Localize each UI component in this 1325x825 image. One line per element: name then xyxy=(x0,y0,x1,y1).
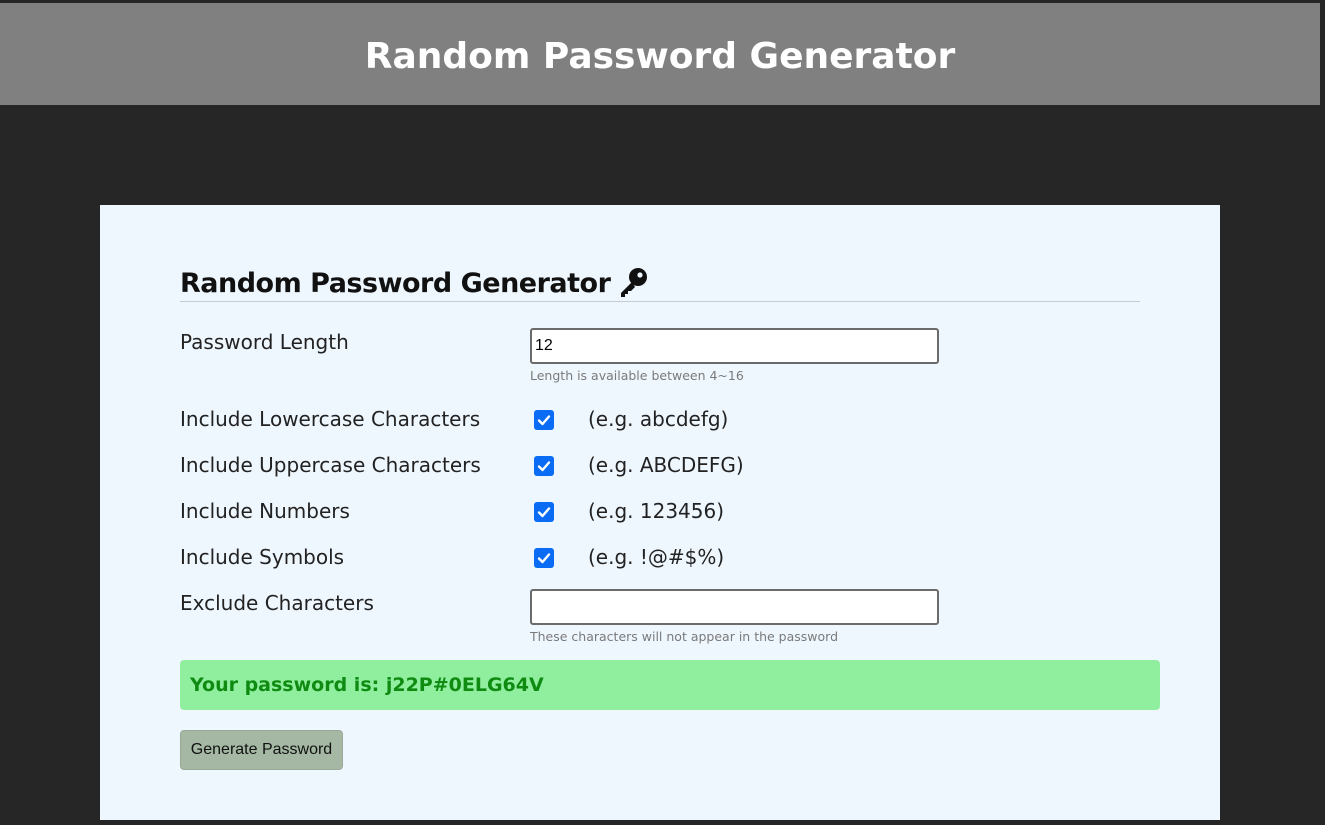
lowercase-option-label: Include Lowercase Characters xyxy=(180,407,481,431)
lowercase-example: (e.g. abcdefg) xyxy=(588,407,729,431)
password-length-label: Password Length xyxy=(180,330,349,354)
top-banner: Random Password Generator xyxy=(0,3,1320,105)
checkmark-icon xyxy=(537,553,551,564)
checkmark-icon xyxy=(537,507,551,518)
numbers-option-label: Include Numbers xyxy=(180,499,350,523)
exclude-characters-input[interactable] xyxy=(530,589,939,625)
password-length-hint: Length is available between 4~16 xyxy=(530,368,744,383)
uppercase-option-label: Include Uppercase Characters xyxy=(180,453,481,477)
exclude-characters-label: Exclude Characters xyxy=(180,591,374,615)
generate-password-button[interactable]: Generate Password xyxy=(180,730,343,770)
exclude-characters-hint: These characters will not appear in the … xyxy=(530,629,839,644)
lowercase-checkbox[interactable] xyxy=(534,410,554,430)
symbols-checkbox[interactable] xyxy=(534,548,554,568)
password-length-input[interactable] xyxy=(530,328,939,364)
banner-title: Random Password Generator xyxy=(364,35,956,77)
uppercase-checkbox[interactable] xyxy=(534,456,554,476)
symbols-option-label: Include Symbols xyxy=(180,545,345,569)
card-title: Random Password Generator xyxy=(180,267,611,299)
symbols-example: (e.g. !@#$%) xyxy=(588,545,725,569)
key-icon xyxy=(616,265,650,299)
card-header: Random Password Generator xyxy=(180,265,1140,302)
generator-card: Random Password Generator Password Lengt… xyxy=(100,205,1220,820)
password-result: Your password is: j22P#0ELG64V xyxy=(180,660,1160,710)
checkmark-icon xyxy=(537,461,551,472)
checkmark-icon xyxy=(537,415,551,426)
uppercase-example: (e.g. ABCDEFG) xyxy=(588,453,744,477)
password-result-text: Your password is: j22P#0ELG64V xyxy=(190,674,544,696)
numbers-checkbox[interactable] xyxy=(534,502,554,522)
numbers-example: (e.g. 123456) xyxy=(588,499,725,523)
